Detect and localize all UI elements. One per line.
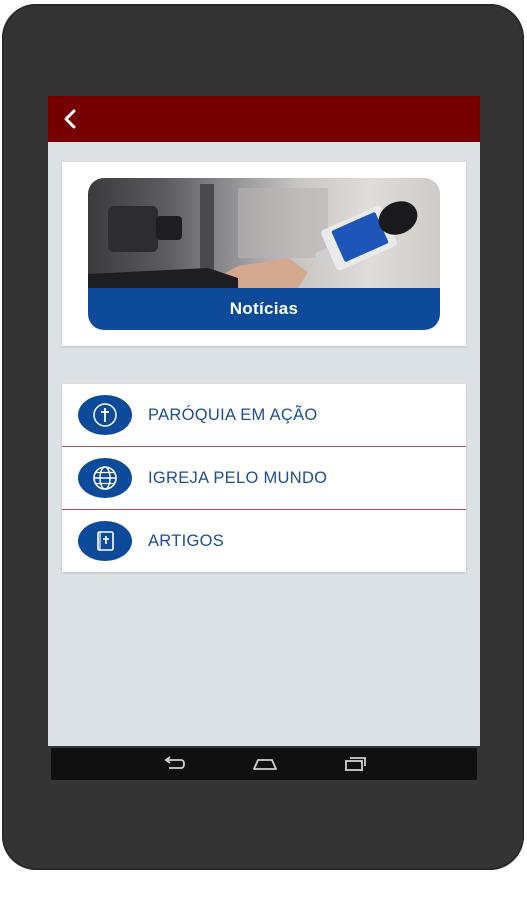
app-bar — [48, 96, 480, 142]
nav-recents-button[interactable] — [335, 752, 375, 776]
globe-icon — [78, 458, 132, 498]
nav-home-button[interactable] — [245, 752, 285, 776]
news-banner[interactable]: Notícias — [88, 178, 440, 330]
news-photo — [88, 178, 440, 288]
home-icon — [253, 759, 277, 770]
news-caption: Notícias — [88, 288, 440, 330]
system-nav-bar — [51, 748, 477, 780]
menu-list: PARÓQUIA EM AÇÃO IGREJA PELO MUNDO ARTIG… — [62, 384, 466, 572]
menu-item-artigos[interactable]: ARTIGOS — [62, 510, 466, 572]
back-arrow-icon — [164, 756, 185, 769]
recents-icon — [345, 757, 366, 771]
back-button[interactable] — [54, 102, 88, 136]
menu-item-igreja-pelo-mundo[interactable]: IGREJA PELO MUNDO — [62, 447, 466, 510]
menu-item-label: IGREJA PELO MUNDO — [148, 469, 328, 487]
bible-book-icon — [78, 521, 132, 561]
menu-item-label: ARTIGOS — [148, 532, 225, 550]
app-screen: Notícias PARÓQUIA EM AÇÃO IGREJA PELO MU… — [48, 96, 480, 746]
nav-back-button[interactable] — [154, 752, 194, 776]
church-cross-icon — [78, 395, 132, 435]
menu-item-label: PARÓQUIA EM AÇÃO — [148, 406, 318, 424]
chevron-left-icon — [64, 109, 76, 129]
menu-item-paroquia-em-acao[interactable]: PARÓQUIA EM AÇÃO — [62, 384, 466, 447]
news-card: Notícias — [62, 162, 466, 346]
